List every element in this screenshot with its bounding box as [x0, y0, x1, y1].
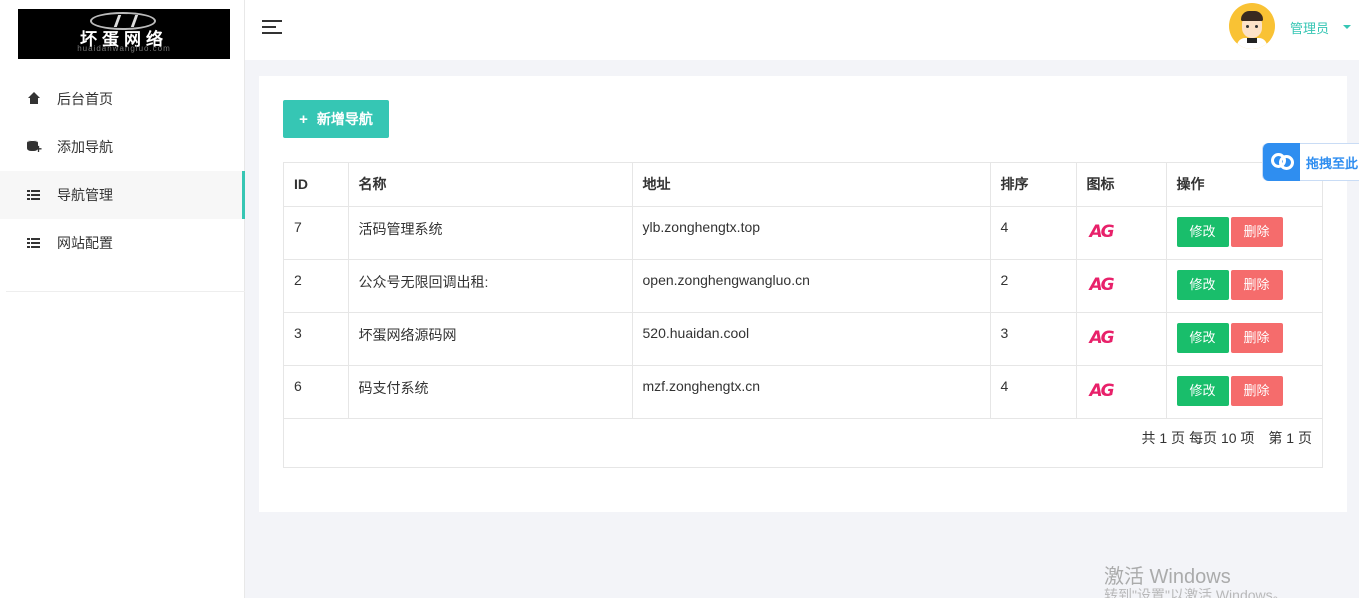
pagination: 共 1 页每页 10 项第 1 页 [1127, 428, 1312, 448]
database-add-icon [26, 139, 42, 155]
edit-button[interactable]: 修改 [1176, 375, 1229, 406]
logo-subtitle: huaidanwangluo.com [77, 44, 171, 53]
cell-id: 3 [284, 312, 349, 366]
cell-sort: 3 [990, 312, 1077, 366]
cell-icon: AG [1076, 312, 1167, 366]
edit-button[interactable]: 修改 [1176, 216, 1229, 247]
sidebar-divider [6, 291, 245, 292]
drag-drop-widget[interactable]: 拖拽至此 [1262, 143, 1359, 181]
drag-drop-label: 拖拽至此 [1306, 155, 1359, 171]
cloud-icon [1263, 143, 1300, 181]
column-header-name: 名称 [348, 163, 633, 207]
cell-name: 公众号无限回调出租: [348, 259, 633, 313]
sidebar-item-home[interactable]: 后台首页 [0, 75, 245, 123]
logo[interactable]: 坏蛋网络 huaidanwangluo.com [18, 9, 230, 59]
cell-url: open.zonghengwangluo.cn [632, 259, 991, 313]
table-row: 6 码支付系统 mzf.zonghengtx.cn 4 AG 修改 删除 [284, 365, 1323, 419]
cell-name: 坏蛋网络源码网 [348, 312, 633, 366]
activation-watermark-subtitle: 转到"设置"以激活 Windows。 [1104, 587, 1287, 598]
delete-button[interactable]: 删除 [1230, 269, 1283, 300]
ag-logo-icon: AG [1089, 221, 1115, 242]
cell-name: 码支付系统 [348, 365, 633, 419]
sidebar-item-label: 添加导航 [57, 139, 113, 155]
cell-sort: 4 [990, 365, 1077, 419]
edit-button[interactable]: 修改 [1176, 322, 1229, 353]
table-row: 7 活码管理系统 ylb.zonghengtx.top 4 AG 修改 删除 [284, 206, 1323, 260]
plus-icon: + [299, 110, 308, 128]
add-nav-label: 新增导航 [316, 111, 373, 127]
column-header-url: 地址 [632, 163, 991, 207]
delete-button[interactable]: 删除 [1230, 322, 1283, 353]
ag-logo-icon: AG [1089, 380, 1115, 401]
content-card: + 新增导航 ID 名称 地址 排序 图标 操作 7 活码管理系统 ylb.zo… [259, 76, 1347, 512]
cell-id: 2 [284, 259, 349, 313]
cell-id: 6 [284, 365, 349, 419]
cell-icon: AG [1076, 365, 1167, 419]
sidebar: 坏蛋网络 huaidanwangluo.com 后台首页 添加导航 导航管理 网… [0, 0, 245, 598]
sidebar-menu: 后台首页 添加导航 导航管理 网站配置 [0, 75, 245, 267]
menu-toggle-icon[interactable] [262, 19, 282, 35]
top-bar: 管理员 [245, 0, 1359, 60]
cell-sort: 2 [990, 259, 1077, 313]
nav-table: ID 名称 地址 排序 图标 操作 7 活码管理系统 ylb.zonghengt… [283, 162, 1323, 468]
home-icon [26, 91, 42, 107]
sidebar-item-site-config[interactable]: 网站配置 [0, 219, 245, 267]
cell-actions: 修改 删除 [1166, 259, 1323, 313]
cell-icon: AG [1076, 259, 1167, 313]
cell-url: 520.huaidan.cool [632, 312, 991, 366]
ag-logo-icon: AG [1089, 274, 1115, 295]
column-header-sort: 排序 [990, 163, 1077, 207]
cell-url: mzf.zonghengtx.cn [632, 365, 991, 419]
cell-sort: 4 [990, 206, 1077, 260]
table-row: 2 公众号无限回调出租: open.zonghengwangluo.cn 2 A… [284, 259, 1323, 313]
table-row: 3 坏蛋网络源码网 520.huaidan.cool 3 AG 修改 删除 [284, 312, 1323, 366]
delete-button[interactable]: 删除 [1230, 216, 1283, 247]
list-icon [26, 235, 42, 251]
sidebar-item-add-nav[interactable]: 添加导航 [0, 123, 245, 171]
sidebar-item-label: 导航管理 [57, 187, 113, 203]
cell-id: 7 [284, 206, 349, 260]
column-header-icon: 图标 [1076, 163, 1167, 207]
avatar[interactable] [1229, 3, 1275, 49]
user-menu[interactable]: 管理员 [1290, 18, 1329, 37]
pagination-current: 第 1 页 [1268, 430, 1312, 446]
cell-url: ylb.zonghengtx.top [632, 206, 991, 260]
cell-actions: 修改 删除 [1166, 365, 1323, 419]
ag-logo-icon: AG [1089, 327, 1115, 348]
cell-name: 活码管理系统 [348, 206, 633, 260]
list-icon [26, 187, 42, 203]
delete-button[interactable]: 删除 [1230, 375, 1283, 406]
sidebar-item-label: 网站配置 [57, 235, 113, 251]
sidebar-item-nav-manage[interactable]: 导航管理 [0, 171, 245, 219]
cell-icon: AG [1076, 206, 1167, 260]
sidebar-item-label: 后台首页 [57, 91, 113, 107]
table-header-row: ID 名称 地址 排序 图标 操作 [284, 163, 1323, 207]
cell-actions: 修改 删除 [1166, 312, 1323, 366]
add-nav-button[interactable]: + 新增导航 [283, 100, 389, 138]
column-header-id: ID [284, 163, 349, 207]
pagination-total: 共 1 页 [1141, 430, 1186, 446]
caret-down-icon[interactable] [1343, 25, 1351, 29]
cell-actions: 修改 删除 [1166, 206, 1323, 260]
pagination-per-page: 每页 10 项 [1189, 430, 1255, 446]
edit-button[interactable]: 修改 [1176, 269, 1229, 300]
